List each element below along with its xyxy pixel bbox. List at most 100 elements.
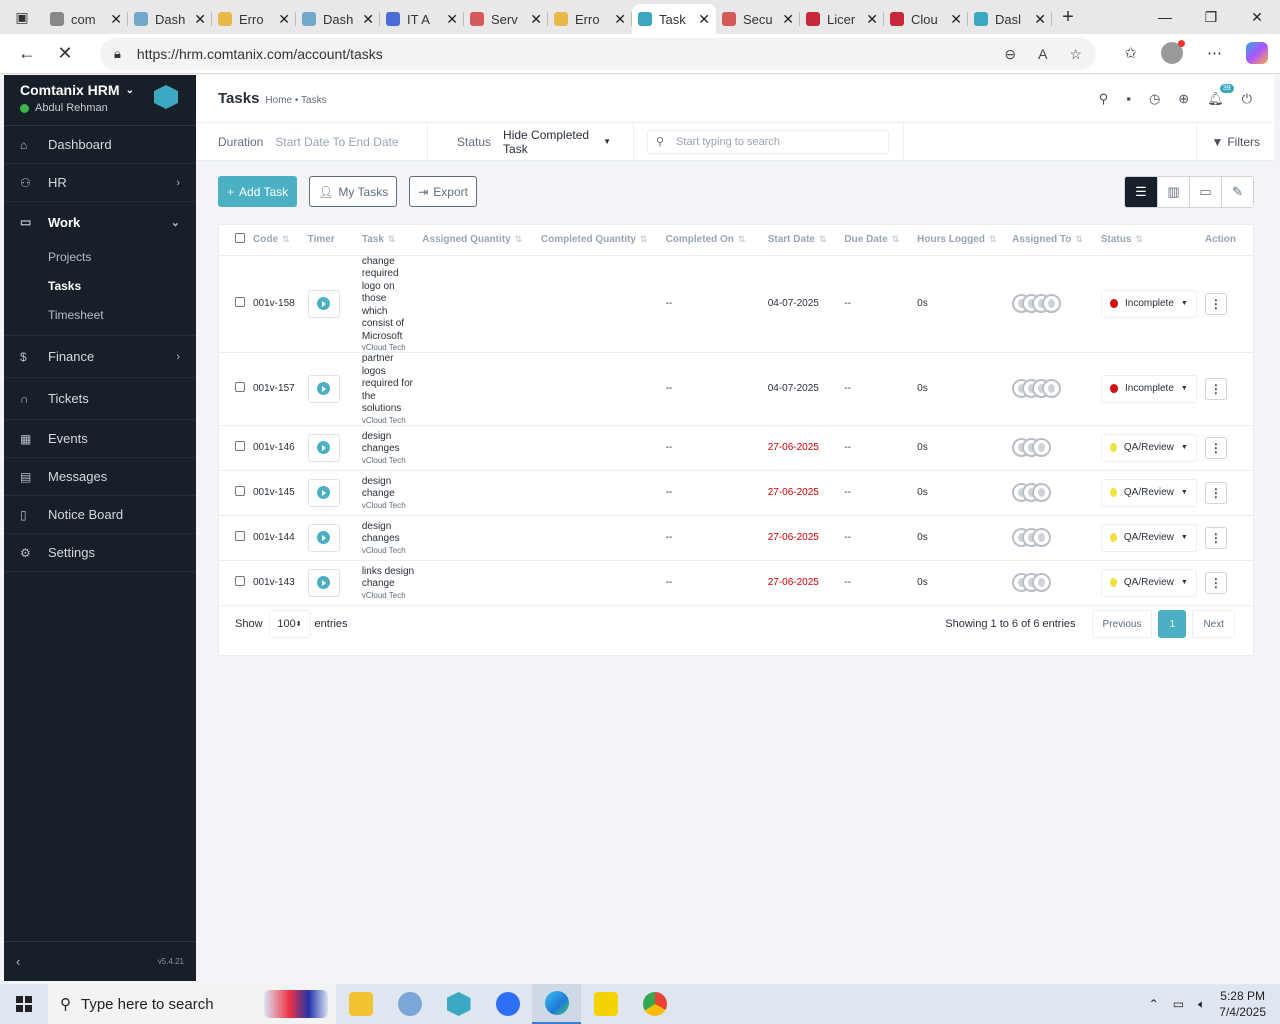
add-task-button[interactable]: + Add Task	[218, 176, 298, 207]
browser-tab[interactable]: com ✕	[44, 4, 128, 34]
page-1-button[interactable]: 1	[1158, 610, 1187, 638]
collapse-sidebar-icon[interactable]: ‹	[16, 954, 20, 969]
filters-button[interactable]: ▼ Filters	[1196, 122, 1274, 161]
sidebar-subitem-projects[interactable]: Projects	[4, 242, 196, 271]
taskbar-search[interactable]: ⚲ Type here to search	[48, 984, 336, 1024]
bell-icon[interactable]: 🔔︎ 39	[1207, 83, 1234, 107]
status-select[interactable]: Hide Completed Task	[503, 128, 599, 156]
status-dropdown[interactable]: Incomplete ▼	[1100, 374, 1197, 403]
status-dropdown[interactable]: Incomplete ▼	[1100, 289, 1197, 318]
close-tab-icon[interactable]: ✕	[614, 11, 626, 28]
taskbar-search-input[interactable]: Type here to search	[81, 996, 214, 1013]
sidebar-item-notice-board[interactable]: ▯ Notice Board	[4, 496, 196, 534]
row-actions-button[interactable]: ⋮	[1204, 571, 1227, 594]
favorite-star-icon[interactable]: ☆	[1069, 46, 1082, 63]
copilot-icon[interactable]	[1246, 42, 1268, 64]
column-header[interactable]: Timer	[303, 225, 358, 256]
task-project[interactable]: vCloud Tech	[362, 416, 414, 425]
browser-tab[interactable]: IT A ✕	[380, 4, 464, 34]
breadcrumb-home[interactable]: Home	[265, 95, 292, 106]
column-header[interactable]: Assigned Quantity ⇅	[418, 225, 537, 256]
board-view-icon[interactable]: ▥	[1157, 177, 1189, 207]
close-tab-icon[interactable]: ✕	[1034, 11, 1046, 28]
edge-browser-icon[interactable]	[532, 984, 581, 1024]
close-tab-icon[interactable]: ✕	[530, 11, 542, 28]
browser-tab[interactable]: Licer ✕	[800, 4, 884, 34]
sidebar-item-finance[interactable]: $ Finance ›	[4, 336, 196, 378]
close-tab-icon[interactable]: ✕	[446, 11, 458, 28]
row-actions-button[interactable]: ⋮	[1204, 436, 1227, 459]
duration-filter[interactable]: Duration Start Date To End Date	[196, 122, 428, 161]
sidebar-item-dashboard[interactable]: ⌂ Dashboard	[4, 126, 196, 164]
next-page-button[interactable]: Next	[1192, 610, 1235, 638]
start-timer-button[interactable]	[307, 523, 340, 552]
system-clock[interactable]: 5:28 PM 7/4/2025	[1219, 988, 1266, 1020]
previous-page-button[interactable]: Previous	[1091, 610, 1153, 638]
start-timer-button[interactable]	[307, 568, 340, 597]
search-box[interactable]: ⚲ Start typing to search	[647, 129, 889, 154]
power-icon[interactable]: ⏻	[1242, 91, 1252, 107]
browser-tab[interactable]: Erro ✕	[212, 4, 296, 34]
status-dropdown[interactable]: QA/Review ▼	[1100, 523, 1197, 552]
stop-loading-icon[interactable]: ✕	[46, 43, 84, 64]
column-header[interactable]: Completed On ⇅	[661, 225, 764, 256]
table-row[interactable]: 001v-158 change required logo on those which…	[219, 255, 1255, 353]
avatar[interactable]	[1042, 294, 1062, 314]
row-actions-button[interactable]: ⋮	[1204, 526, 1227, 549]
row-checkbox[interactable]	[235, 486, 245, 496]
zoom-app-icon[interactable]	[483, 984, 532, 1024]
select-all-checkbox[interactable]	[235, 233, 245, 244]
task-project[interactable]: vCloud Tech	[362, 343, 414, 352]
column-header[interactable]: Hours Logged ⇅	[913, 225, 1009, 256]
new-tab-button[interactable]: +	[1052, 6, 1084, 29]
status-filter[interactable]: Status Hide Completed Task ▼	[428, 122, 634, 161]
avatar[interactable]	[1042, 379, 1062, 399]
column-header[interactable]: Start Date ⇅	[763, 225, 841, 256]
minimize-icon[interactable]: —	[1142, 0, 1188, 34]
tab-actions-icon[interactable]: ▣	[0, 0, 44, 34]
hexagon-app-icon[interactable]	[434, 984, 483, 1024]
task-name-link[interactable]: partner logos required for the solutions	[362, 353, 414, 416]
task-name-link[interactable]: change required logo on those which consist …	[362, 256, 414, 344]
table-row[interactable]: 001v-145 design change vCloud Tech -- 27-06-2…	[219, 470, 1255, 516]
avatar[interactable]	[1032, 573, 1052, 592]
profile-avatar[interactable]	[1161, 40, 1185, 64]
start-timer-button[interactable]	[307, 289, 340, 318]
close-tab-icon[interactable]: ✕	[110, 11, 122, 28]
column-header[interactable]: Action	[1200, 225, 1255, 256]
task-name-link[interactable]: design changes	[362, 521, 414, 546]
row-checkbox[interactable]	[235, 297, 245, 308]
task-name-link[interactable]: links design change	[362, 566, 414, 591]
task-project[interactable]: vCloud Tech	[362, 456, 414, 465]
file-explorer-icon[interactable]	[336, 984, 385, 1024]
task-project[interactable]: vCloud Tech	[362, 501, 414, 510]
status-dropdown[interactable]: QA/Review ▼	[1100, 568, 1197, 597]
browser-tab[interactable]: Secu ✕	[716, 4, 800, 34]
sticky-notes-icon[interactable]	[581, 984, 630, 1024]
close-tab-icon[interactable]: ✕	[950, 11, 962, 28]
sidebar-item-settings[interactable]: ⚙ Settings	[4, 534, 196, 572]
avatar[interactable]	[1032, 438, 1052, 457]
start-timer-button[interactable]	[307, 374, 340, 403]
close-tab-icon[interactable]: ✕	[194, 11, 206, 28]
column-header[interactable]: Due Date ⇅	[840, 225, 914, 256]
close-tab-icon[interactable]: ✕	[698, 11, 710, 28]
back-icon[interactable]: ←	[8, 43, 46, 64]
column-header[interactable]: Task ⇅	[357, 225, 419, 256]
export-button[interactable]: ⇥ Export	[409, 176, 477, 207]
more-menu-icon[interactable]: ⋯	[1207, 44, 1222, 62]
sidebar-item-messages[interactable]: ▤ Messages	[4, 458, 196, 496]
lock-icon[interactable]: 🔒︎	[114, 46, 121, 62]
sidebar-item-work[interactable]: ▭ Work ⌄	[4, 202, 196, 242]
status-dropdown[interactable]: QA/Review ▼	[1100, 478, 1197, 507]
browser-tab[interactable]: Serv ✕	[464, 4, 548, 34]
column-header[interactable]: Completed Quantity ⇅	[536, 225, 662, 256]
table-row[interactable]: 001v-157 partner logos required for the solu…	[219, 352, 1255, 426]
sticky-note-icon[interactable]: ▪	[1126, 91, 1131, 106]
search-input[interactable]: Start typing to search	[676, 136, 780, 148]
status-dropdown[interactable]: QA/Review ▼	[1100, 433, 1197, 462]
column-header[interactable]: Assigned To ⇅	[1008, 225, 1097, 256]
sidebar-item-hr[interactable]: ⚇ HR ›	[4, 164, 196, 202]
task-name-link[interactable]: design change	[362, 476, 414, 501]
search-icon[interactable]: ⚲	[1099, 91, 1109, 107]
